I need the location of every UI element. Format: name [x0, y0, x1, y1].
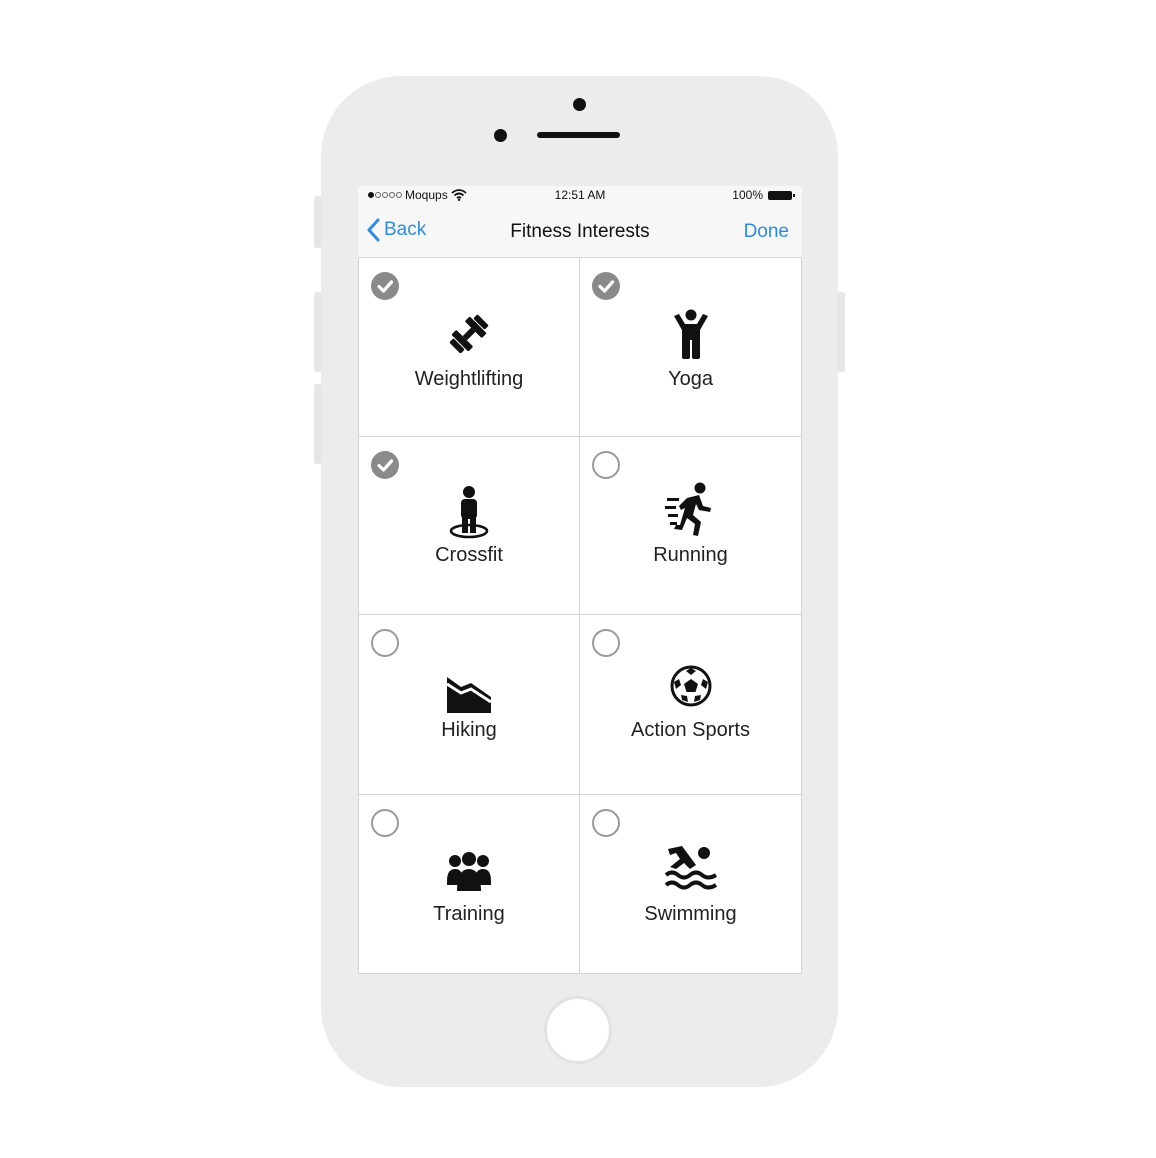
tile-label: Swimming — [644, 903, 737, 925]
checkmark-icon[interactable] — [371, 272, 399, 300]
page-title: Fitness Interests — [510, 221, 650, 242]
volume-up-button — [314, 292, 322, 372]
battery-icon — [768, 190, 795, 200]
tile-weightlifting[interactable]: Weightlifting — [358, 257, 580, 437]
tile-action-sports[interactable]: Action Sports — [579, 614, 802, 795]
tile-swimming[interactable]: Swimming — [579, 794, 802, 974]
status-bar: Moqups 12:51 AM 100% — [358, 186, 802, 206]
tile-label: Running — [653, 544, 728, 566]
checkmark-icon[interactable] — [371, 451, 399, 479]
empty-circle-icon[interactable] — [592, 629, 620, 657]
hiking-icon — [359, 675, 579, 715]
tile-label: Yoga — [668, 368, 713, 390]
camera-dot — [573, 98, 586, 111]
screen: Moqups 12:51 AM 100% Back Fitness Intere… — [358, 186, 802, 974]
tile-label: Weightlifting — [414, 368, 524, 390]
tile-label: Hiking — [441, 719, 497, 741]
home-button[interactable] — [544, 996, 612, 1064]
checkmark-icon[interactable] — [592, 272, 620, 300]
sensor-dot — [494, 129, 507, 142]
empty-circle-icon[interactable] — [371, 629, 399, 657]
volume-down-button — [314, 384, 322, 464]
empty-circle-icon[interactable] — [592, 451, 620, 479]
tile-label: Action Sports — [631, 719, 750, 741]
soccer-ball-icon — [580, 665, 801, 707]
empty-circle-icon[interactable] — [592, 809, 620, 837]
tile-running[interactable]: Running — [579, 436, 802, 615]
tile-hiking[interactable]: Hiking — [358, 614, 580, 795]
empty-circle-icon[interactable] — [371, 809, 399, 837]
tile-crossfit[interactable]: Crossfit — [358, 436, 580, 615]
dumbbell-icon — [359, 312, 579, 356]
group-icon — [359, 851, 579, 893]
tile-yoga[interactable]: Yoga — [579, 257, 802, 437]
interest-grid: Weightlifting Yoga Crossfit Running Hiki… — [358, 257, 802, 974]
yoga-icon — [580, 308, 801, 360]
battery-percent: 100% — [732, 188, 763, 202]
crossfit-icon — [359, 485, 579, 541]
running-icon — [580, 482, 801, 538]
tile-label: Training — [433, 903, 505, 925]
swimming-icon — [580, 845, 801, 893]
status-right: 100% — [732, 188, 795, 202]
tile-label: Crossfit — [435, 544, 503, 566]
navigation-bar: Back Fitness Interests Done — [358, 206, 802, 258]
mute-switch — [314, 196, 322, 248]
power-button — [837, 292, 845, 372]
tile-training[interactable]: Training — [358, 794, 580, 974]
earpiece-speaker — [537, 132, 620, 138]
done-button[interactable]: Done — [744, 221, 789, 243]
